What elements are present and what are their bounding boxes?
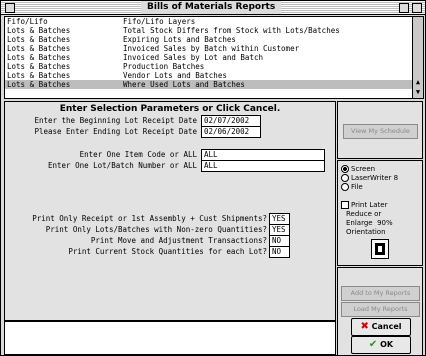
list-item[interactable]: Lots & Batches Expiring Lots and Batches	[5, 35, 423, 44]
reduce-label: Reduce or	[346, 210, 382, 218]
orientation-label: Orientation	[346, 228, 386, 236]
list-item[interactable]: Lots & Batches Invoiced Sales by Lot and …	[5, 53, 423, 62]
list-item[interactable]: Lots & Batches Invoiced Sales by Batch wi…	[5, 44, 423, 53]
output-panel: Screen LaserWriter 8 File Print Later Re…	[337, 160, 423, 266]
report-list[interactable]: Fifo/Lifo Fifo/Lifo Layers Lots & Batches…	[4, 16, 424, 99]
file-radio[interactable]: File	[341, 183, 363, 191]
lot-number-field[interactable]: ALL	[201, 160, 325, 172]
radio-icon	[341, 174, 349, 182]
printer-radio[interactable]: LaserWriter 8	[341, 174, 398, 182]
portrait-orientation-icon[interactable]	[371, 239, 389, 259]
list-item[interactable]: Lots & Batches Production Batches	[5, 62, 423, 71]
receipt-only-label: Print Only Receipt or 1st Assembly + Cus…	[32, 214, 267, 223]
enlarge-label: Enlarge 90%	[346, 219, 393, 227]
title-bar[interactable]: Bills of Materials Reports	[1, 1, 425, 15]
zoom-box-icon[interactable]	[399, 3, 409, 13]
load-my-reports-button[interactable]: Load My Reports	[341, 302, 420, 317]
cancel-button[interactable]: ✖ Cancel	[351, 318, 411, 336]
enlarge-value[interactable]: 90%	[377, 219, 393, 227]
x-icon: ✖	[360, 321, 369, 332]
schedule-panel: View My Schedule	[337, 101, 423, 159]
collapse-box-icon[interactable]	[412, 3, 422, 13]
begin-date-label: Enter the Beginning Lot Receipt Date	[34, 116, 197, 125]
checkmark-icon: ✔	[368, 339, 378, 350]
stock-qty-field[interactable]: NO	[269, 246, 290, 258]
list-item[interactable]: Fifo/Lifo Fifo/Lifo Layers	[5, 17, 423, 26]
reports-window: Bills of Materials Reports Fifo/Lifo Fifo…	[0, 0, 426, 356]
end-date-field[interactable]: 02/06/2002	[201, 126, 261, 138]
add-to-my-reports-button[interactable]: Add to My Reports	[341, 286, 420, 301]
list-item[interactable]: Lots & Batches Total Stock Differs from S…	[5, 26, 423, 35]
item-code-label: Enter One Item Code or ALL	[79, 150, 197, 159]
lot-number-label: Enter One Lot/Batch Number or ALL	[47, 161, 197, 170]
parameters-panel: Enter Selection Parameters or Click Canc…	[4, 101, 336, 321]
close-box-icon[interactable]	[5, 3, 15, 13]
ok-button[interactable]: ✔ OK	[351, 336, 411, 354]
end-date-label: Please Enter Ending Lot Receipt Date	[34, 127, 197, 136]
move-adjust-label: Print Move and Adjustment Transactions?	[90, 236, 267, 245]
list-item-selected[interactable]: Lots & Batches Where Used Lots and Batche…	[5, 80, 423, 89]
scroll-up-icon[interactable]: ▲	[414, 78, 422, 86]
list-item[interactable]: Lots & Batches Vendor Lots and Batches	[5, 71, 423, 80]
parameters-heading: Enter Selection Parameters or Click Canc…	[59, 104, 281, 114]
screen-radio[interactable]: Screen	[341, 165, 375, 173]
radio-icon	[341, 183, 349, 191]
actions-panel: Add to My Reports Load My Reports ✖ Canc…	[337, 267, 423, 356]
list-scrollbar[interactable]: ▲ ▼	[412, 17, 423, 98]
view-schedule-button[interactable]: View My Schedule	[343, 124, 418, 139]
window-title: Bills of Materials Reports	[141, 1, 282, 14]
message-area	[4, 321, 336, 355]
print-later-checkbox[interactable]: Print Later	[341, 201, 387, 209]
scroll-down-icon[interactable]: ▼	[414, 88, 422, 96]
nonzero-label: Print Only Lots/Batches with Non-zero Qu…	[45, 225, 267, 234]
radio-selected-icon	[341, 165, 349, 173]
stock-qty-label: Print Current Stock Quantities for each …	[68, 247, 267, 256]
checkbox-icon	[341, 201, 349, 209]
